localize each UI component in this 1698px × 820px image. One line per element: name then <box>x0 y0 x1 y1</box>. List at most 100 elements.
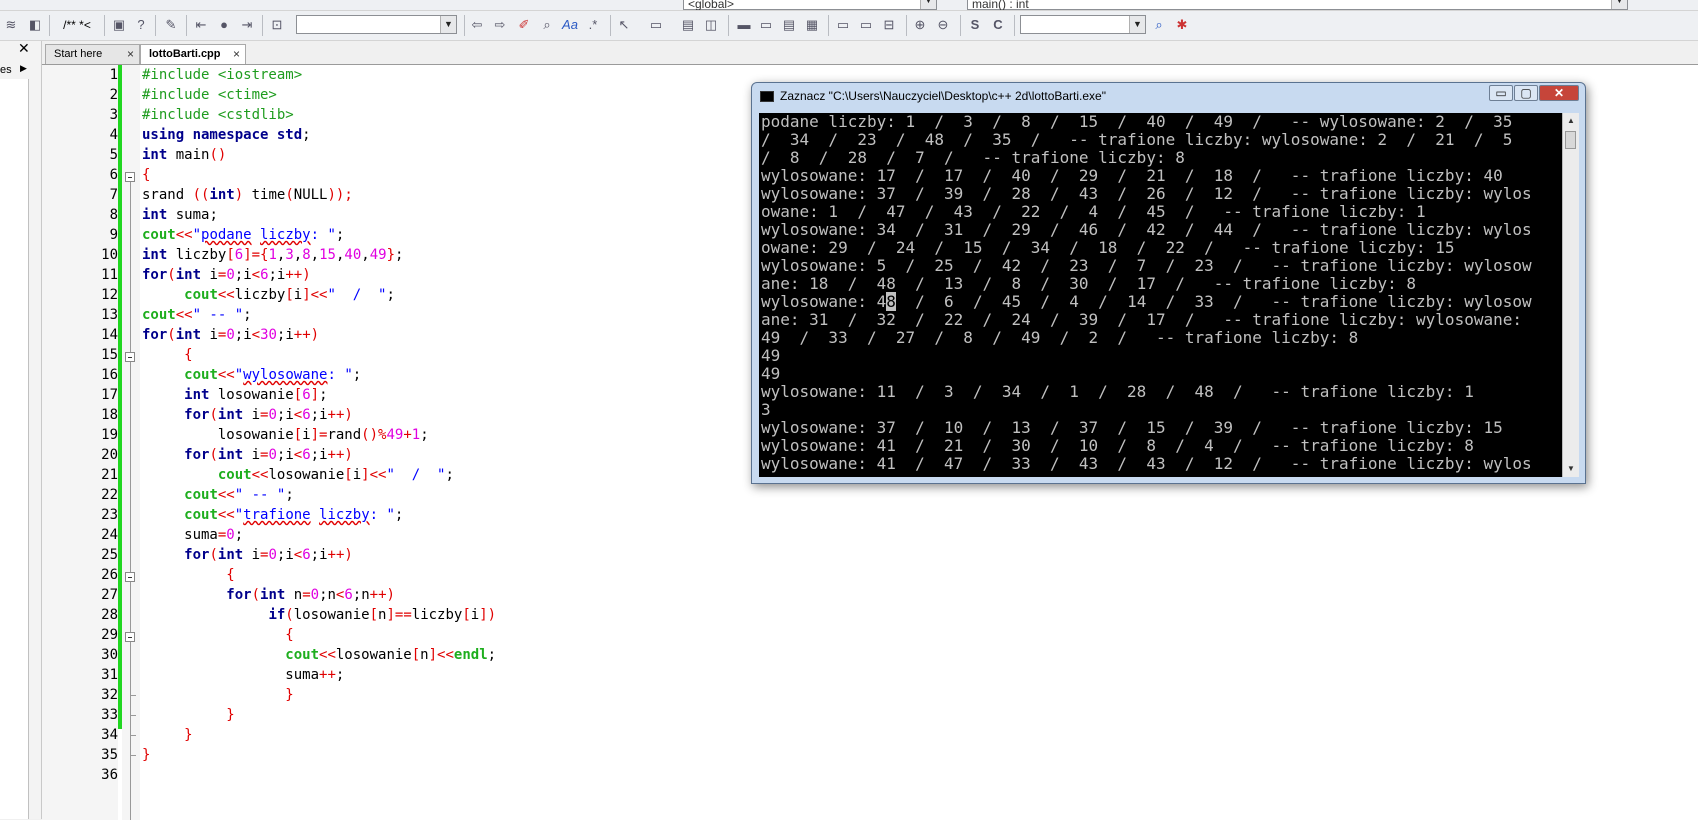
console-line: ane: 18 / 48 / 13 / 8 / 30 / 17 / -- tra… <box>761 274 1417 293</box>
tab-start-here[interactable]: Start here × <box>45 44 140 64</box>
arrow-left-icon[interactable]: ⇦ <box>468 16 486 34</box>
jump-back-icon[interactable]: ⇤ <box>192 16 210 34</box>
picture-icon[interactable]: ◫ <box>702 16 720 34</box>
fold-icon[interactable] <box>125 352 135 362</box>
frame-icon[interactable]: ⊟ <box>880 16 898 34</box>
scroll-up-icon[interactable]: ▲ <box>1563 113 1579 129</box>
fold-icon[interactable] <box>125 572 135 582</box>
function-combo-value: main() : int <box>972 0 1029 11</box>
line-number: 2 <box>109 87 118 103</box>
c-button[interactable]: C <box>989 16 1007 34</box>
line-number: 1 <box>109 67 118 83</box>
line-number: 4 <box>109 127 118 143</box>
tab-label: lottoBarti.cpp <box>149 48 221 60</box>
panel-icon[interactable]: ▤ <box>780 16 798 34</box>
line-number: 30 <box>101 647 118 663</box>
rectangle-icon[interactable]: ▭ <box>647 16 665 34</box>
tools-icon[interactable]: ✱ <box>1173 16 1191 34</box>
fold-icon[interactable] <box>125 172 135 182</box>
help-icon[interactable]: ? <box>132 16 150 34</box>
line-number: 9 <box>109 227 118 243</box>
close-icon[interactable]: ✕ <box>18 40 30 57</box>
console-line: 3 <box>761 400 771 419</box>
close-icon[interactable]: × <box>127 45 134 64</box>
console-window[interactable]: Zaznacz "C:\Users\Nauczyciel\Desktop\c++… <box>751 82 1586 484</box>
search-combo[interactable]: ▼ <box>296 15 457 34</box>
panel-icon[interactable]: ▬ <box>735 16 753 34</box>
line-number: 18 <box>101 407 118 423</box>
layers-icon[interactable]: ≋ <box>2 16 20 34</box>
cursor-icon[interactable]: ↖ <box>615 16 633 34</box>
highlight-icon[interactable]: ✐ <box>515 16 533 34</box>
line-number: 22 <box>101 487 118 503</box>
fold-margin <box>122 65 140 820</box>
left-panel: ✕ es ▶ <box>0 40 42 819</box>
console-title: Zaznacz "C:\Users\Nauczyciel\Desktop\c++… <box>780 89 1106 103</box>
scope-combo[interactable]: <global> ▼ <box>683 0 937 10</box>
line-number: 23 <box>101 507 118 523</box>
line-number: 19 <box>101 427 118 443</box>
zoom-out-icon[interactable]: ⊖ <box>934 16 952 34</box>
symbol-combo[interactable]: ▼ <box>1020 15 1146 34</box>
maximize-button[interactable]: ▢ <box>1514 85 1538 101</box>
chevron-right-icon[interactable]: ▶ <box>20 63 27 74</box>
fold-icon[interactable] <box>125 632 135 642</box>
breakpoint-icon[interactable]: ● <box>215 16 233 34</box>
line-number: 14 <box>101 327 118 343</box>
toolbar-top: <global> ▼ main() : int ▼ <box>0 0 1698 11</box>
case-button[interactable]: Aa <box>561 16 579 34</box>
line-number: 24 <box>101 527 118 543</box>
toolbar-main: ≋ ◧ /** *< ▣ ? ✎ ⇤ ● ⇥ ⊡ ▼ ⇦ ⇨ ✐ ⌕ Aa .*… <box>0 11 1698 41</box>
console-line-rest: / 6 / 45 / 4 / 14 / 33 / -- trafione lic… <box>895 292 1532 311</box>
line-number: 34 <box>101 727 118 743</box>
console-line: / 8 / 28 / 7 / -- trafione liczby: 8 <box>761 148 1185 167</box>
panel-label: es <box>0 64 12 76</box>
console-title-bar[interactable]: Zaznacz "C:\Users\Nauczyciel\Desktop\c++… <box>760 89 1106 103</box>
frame-icon[interactable]: ▭ <box>857 16 875 34</box>
line-number: 26 <box>101 567 118 583</box>
zoom-in-icon[interactable]: ⊕ <box>911 16 929 34</box>
wrench-icon[interactable]: ✎ <box>162 16 180 34</box>
s-button[interactable]: S <box>966 16 984 34</box>
console-line: owane: 29 / 24 / 15 / 34 / 18 / 22 / -- … <box>761 238 1455 257</box>
console-line: wylosowane: 5 / 25 / 42 / 23 / 7 / 23 / … <box>761 256 1532 275</box>
window-icon[interactable]: ▣ <box>110 16 128 34</box>
jump-forward-icon[interactable]: ⇥ <box>238 16 256 34</box>
vertical-scrollbar[interactable]: ▲ ▼ <box>1562 113 1579 477</box>
search-options-icon[interactable]: ⊡ <box>268 16 286 34</box>
find-icon[interactable]: ⌕ <box>538 16 556 34</box>
arrow-right-icon[interactable]: ⇨ <box>491 16 509 34</box>
selection-cursor: 8 <box>886 292 896 311</box>
scroll-thumb[interactable] <box>1565 131 1576 149</box>
console-line: wylosowane: 17 / 17 / 40 / 29 / 21 / 18 … <box>761 166 1503 185</box>
line-number: 12 <box>101 287 118 303</box>
search-icon[interactable]: ⌕ <box>1150 16 1168 34</box>
line-number: 13 <box>101 307 118 323</box>
close-icon[interactable]: × <box>233 45 240 64</box>
tab-label: Start here <box>54 48 103 60</box>
close-button[interactable]: ✕ <box>1539 85 1579 101</box>
console-line: podane liczby: 1 / 3 / 8 / 15 / 40 / 49 … <box>761 113 1513 131</box>
console-line-start: wylosowane: 4 <box>761 292 887 311</box>
console-line: wylosowane: 48 / 6 / 45 / 4 / 14 / 33 / … <box>761 292 1532 311</box>
minimize-button[interactable]: ▭ <box>1489 85 1513 101</box>
tab-lottobarti[interactable]: lottoBarti.cpp × <box>140 44 246 64</box>
bookmark-icon[interactable]: ◧ <box>26 16 44 34</box>
frame-icon[interactable]: ▭ <box>834 16 852 34</box>
console-line: wylosowane: 34 / 31 / 29 / 46 / 42 / 44 … <box>761 220 1532 239</box>
image-icon[interactable]: ▤ <box>679 16 697 34</box>
line-number: 3 <box>109 107 118 123</box>
console-output[interactable]: podane liczby: 1 / 3 / 8 / 15 / 40 / 49 … <box>759 113 1579 477</box>
console-line: 49 / 33 / 27 / 8 / 49 / 2 / -- trafione … <box>761 328 1359 347</box>
regex-icon[interactable]: .* <box>584 16 602 34</box>
comment-button[interactable]: /** *< <box>55 16 99 34</box>
console-line: wylosowane: 37 / 39 / 28 / 43 / 26 / 12 … <box>761 184 1532 203</box>
panel-icon[interactable]: ▦ <box>803 16 821 34</box>
line-number: 7 <box>109 187 118 203</box>
line-number: 5 <box>109 147 118 163</box>
scroll-down-icon[interactable]: ▼ <box>1563 461 1579 477</box>
function-combo[interactable]: main() : int ▼ <box>967 0 1628 10</box>
line-number: 35 <box>101 747 118 763</box>
console-line: 49 <box>761 364 781 383</box>
panel-icon[interactable]: ▭ <box>757 16 775 34</box>
